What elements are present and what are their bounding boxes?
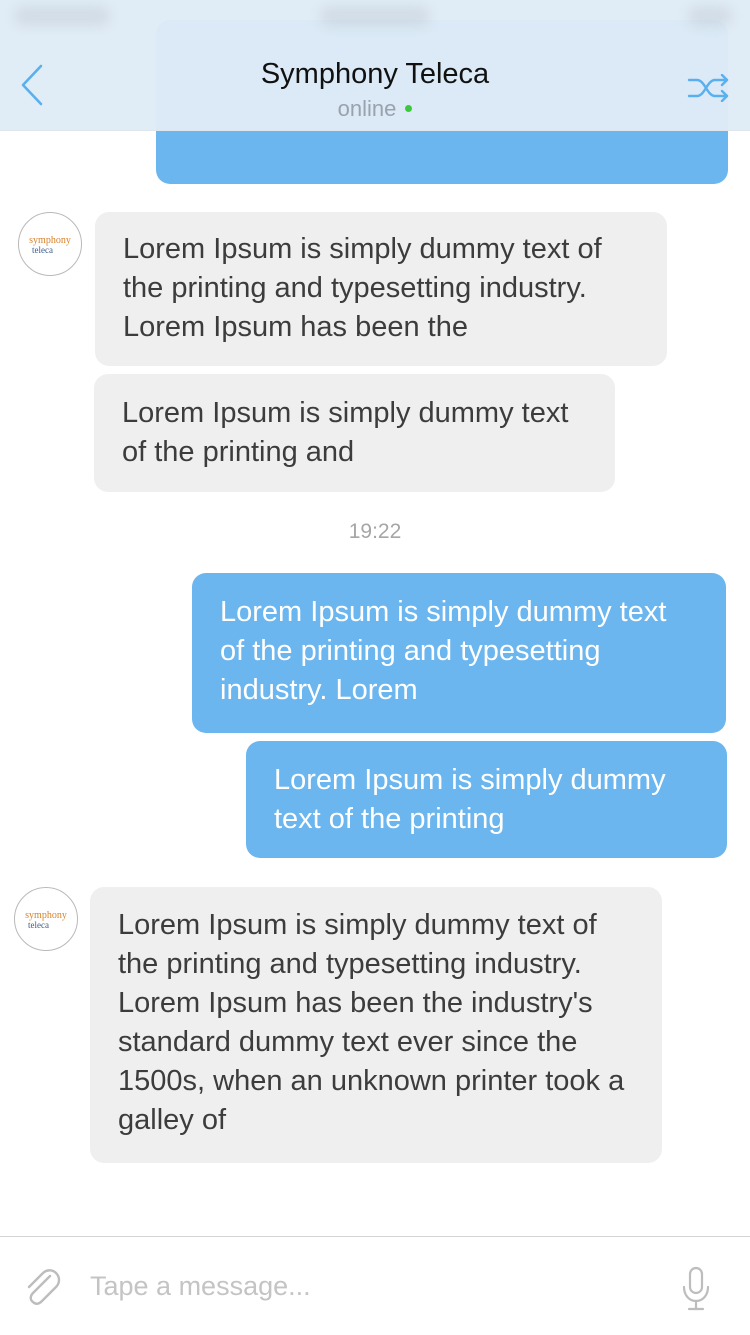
avatar-logo-line2: teleca bbox=[32, 245, 53, 255]
message-bubble-outgoing[interactable]: Lorem Ipsum is simply dummy text of the … bbox=[246, 741, 727, 858]
message-bubble-incoming[interactable]: Lorem Ipsum is simply dummy text of the … bbox=[95, 212, 667, 366]
time-separator: 19:22 bbox=[348, 520, 402, 543]
presence-status: online bbox=[0, 96, 750, 122]
paperclip-icon bbox=[27, 1269, 61, 1305]
message-bubble-outgoing[interactable]: Lorem Ipsum is simply dummy text of the … bbox=[192, 573, 726, 733]
status-bar bbox=[0, 0, 750, 40]
microphone-button[interactable] bbox=[680, 1265, 712, 1313]
avatar-logo-line1: symphony bbox=[25, 910, 67, 921]
message-input[interactable] bbox=[90, 1263, 650, 1309]
avatar-logo-line2: teleca bbox=[28, 920, 49, 930]
shuffle-icon bbox=[687, 74, 729, 102]
contact-avatar[interactable]: symphony teleca bbox=[14, 887, 78, 951]
message-text: Lorem Ipsum is simply dummy text of the … bbox=[220, 596, 667, 706]
chat-title: Symphony Teleca bbox=[260, 58, 490, 90]
message-text: Lorem Ipsum is simply dummy text of the … bbox=[123, 233, 602, 343]
shuffle-button[interactable] bbox=[684, 66, 734, 110]
presence-label: online bbox=[337, 96, 397, 121]
message-text: Lorem Ipsum is simply dummy text of the … bbox=[122, 397, 569, 468]
online-indicator-dot bbox=[405, 104, 413, 112]
contact-avatar[interactable]: symphony teleca bbox=[18, 212, 82, 276]
message-composer bbox=[0, 1236, 750, 1335]
microphone-icon bbox=[682, 1266, 710, 1311]
chat-header: Symphony Teleca online bbox=[0, 0, 750, 131]
message-text: Lorem Ipsum is simply dummy text of the … bbox=[118, 909, 625, 1136]
message-text: Lorem Ipsum is simply dummy text of the … bbox=[274, 764, 666, 835]
message-bubble-incoming[interactable]: Lorem Ipsum is simply dummy text of the … bbox=[90, 887, 662, 1163]
avatar-logo-line1: symphony bbox=[29, 235, 71, 246]
message-bubble-incoming[interactable]: Lorem Ipsum is simply dummy text of the … bbox=[94, 374, 615, 492]
attach-button[interactable] bbox=[20, 1265, 64, 1309]
